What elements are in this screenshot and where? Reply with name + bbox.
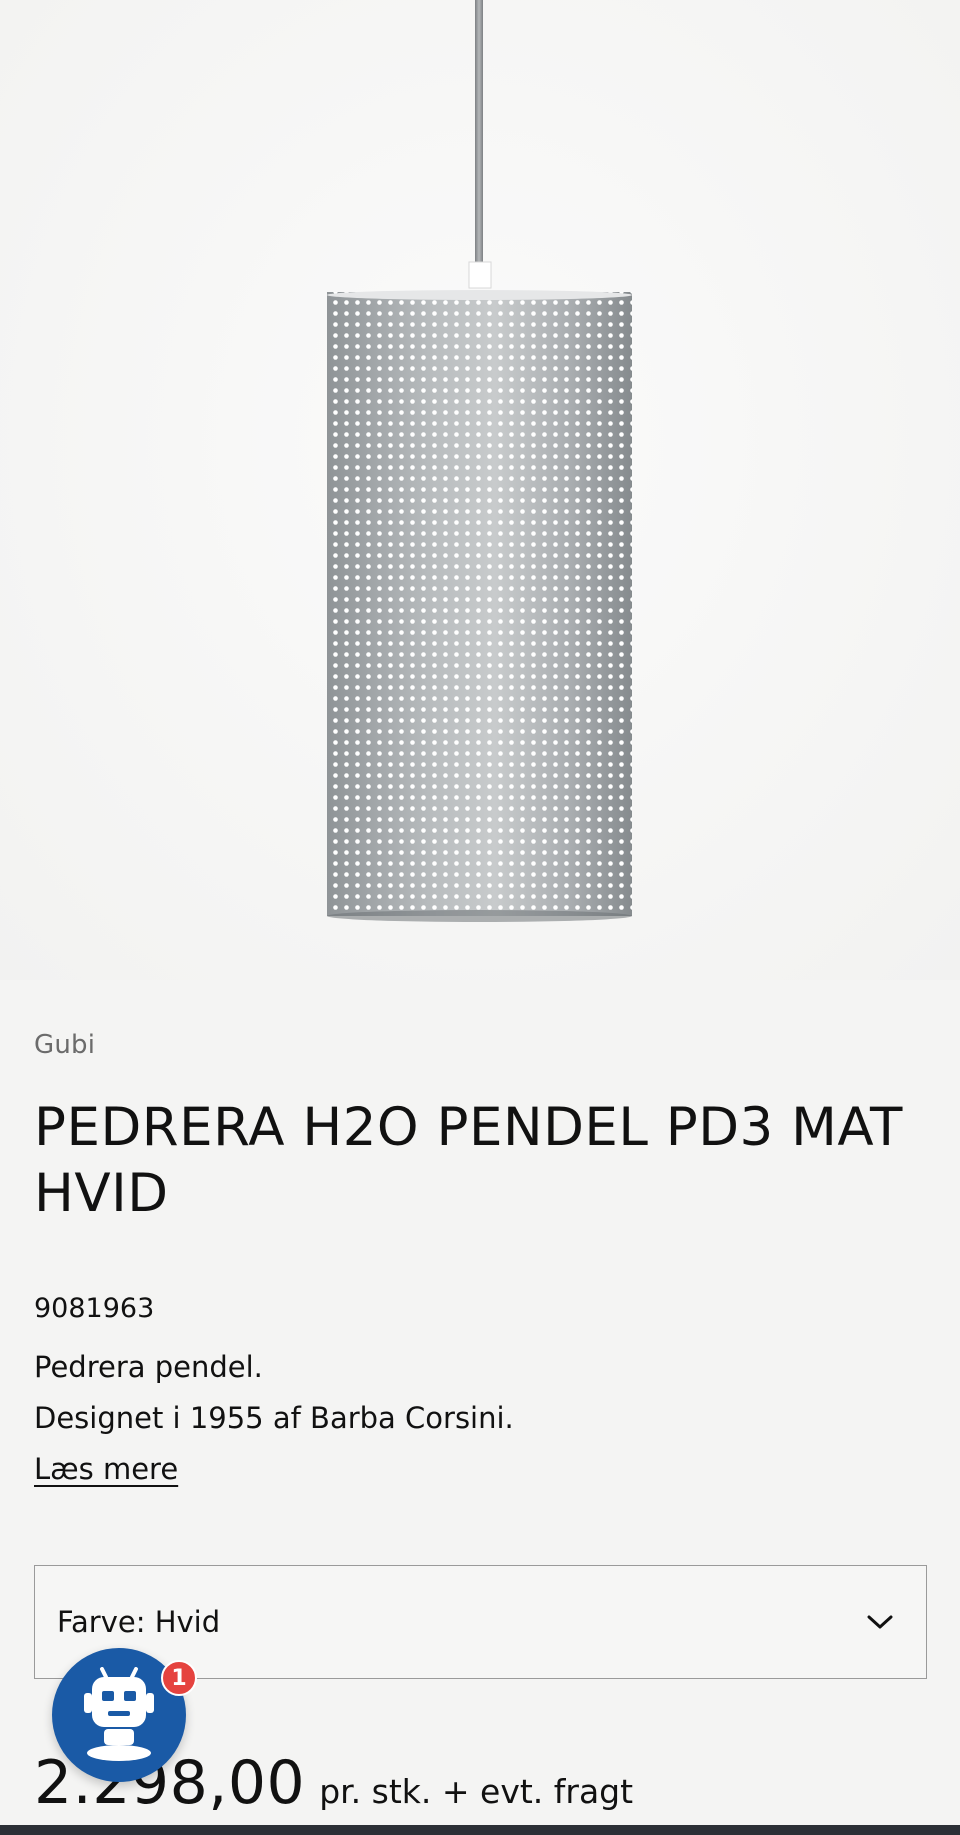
product-image [0, 0, 960, 980]
robot-icon [84, 1667, 154, 1761]
product-title: PEDRERA H2O PENDEL PD3 MAT HVID [34, 1097, 903, 1224]
product-sku: 9081963 [34, 1293, 155, 1324]
price-note: pr. stk. + evt. fragt [319, 1772, 634, 1811]
variant-select-label: Farve: Hvid [57, 1605, 221, 1639]
chevron-down-icon [864, 1606, 896, 1638]
color-variant-select[interactable]: Farve: Hvid [34, 1565, 927, 1679]
read-more-link[interactable]: Læs mere [34, 1452, 178, 1486]
description-line: Designet i 1955 af Barba Corsini. [34, 1401, 514, 1435]
notification-badge: 1 [161, 1660, 197, 1696]
brand-name[interactable]: Gubi [34, 1030, 95, 1060]
product-page: Gubi PEDRERA H2O PENDEL PD3 MAT HVID 908… [0, 0, 960, 1835]
pendant-lamp-icon [327, 0, 632, 922]
bottom-bar [0, 1825, 960, 1835]
description-line: Pedrera pendel. [34, 1350, 263, 1384]
